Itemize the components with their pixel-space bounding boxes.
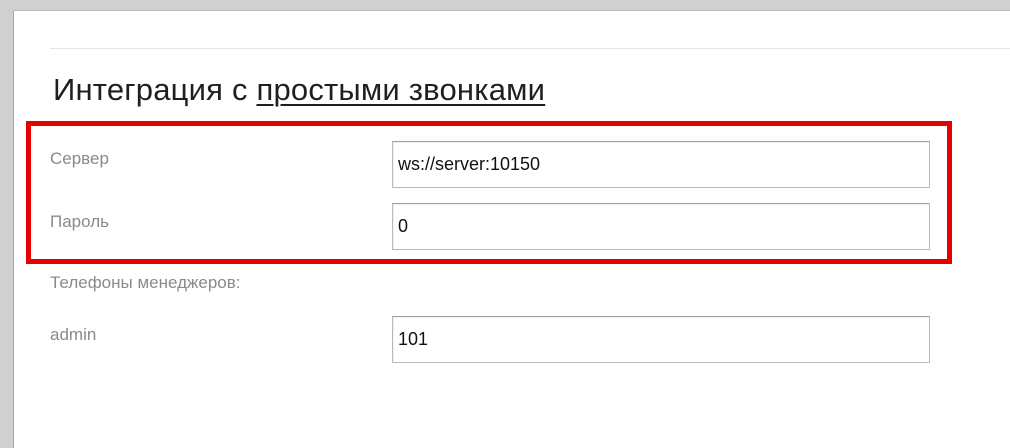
frame-edge-top — [13, 10, 1010, 11]
server-label: Сервер — [50, 149, 109, 168]
simple-calls-link[interactable]: простыми звонками — [256, 72, 545, 107]
page-title: Интеграция с простыми звонками — [53, 72, 545, 108]
managers-phones-heading: Телефоны менеджеров: — [50, 273, 241, 292]
header-separator — [50, 48, 1010, 49]
password-label: Пароль — [50, 212, 109, 231]
manager-phone-input-admin[interactable] — [392, 316, 930, 363]
frame-edge-left — [13, 10, 14, 448]
server-input[interactable] — [392, 141, 930, 188]
page-title-prefix: Интеграция с — [53, 72, 257, 107]
manager-label-admin: admin — [50, 325, 97, 344]
password-input[interactable] — [392, 203, 930, 250]
